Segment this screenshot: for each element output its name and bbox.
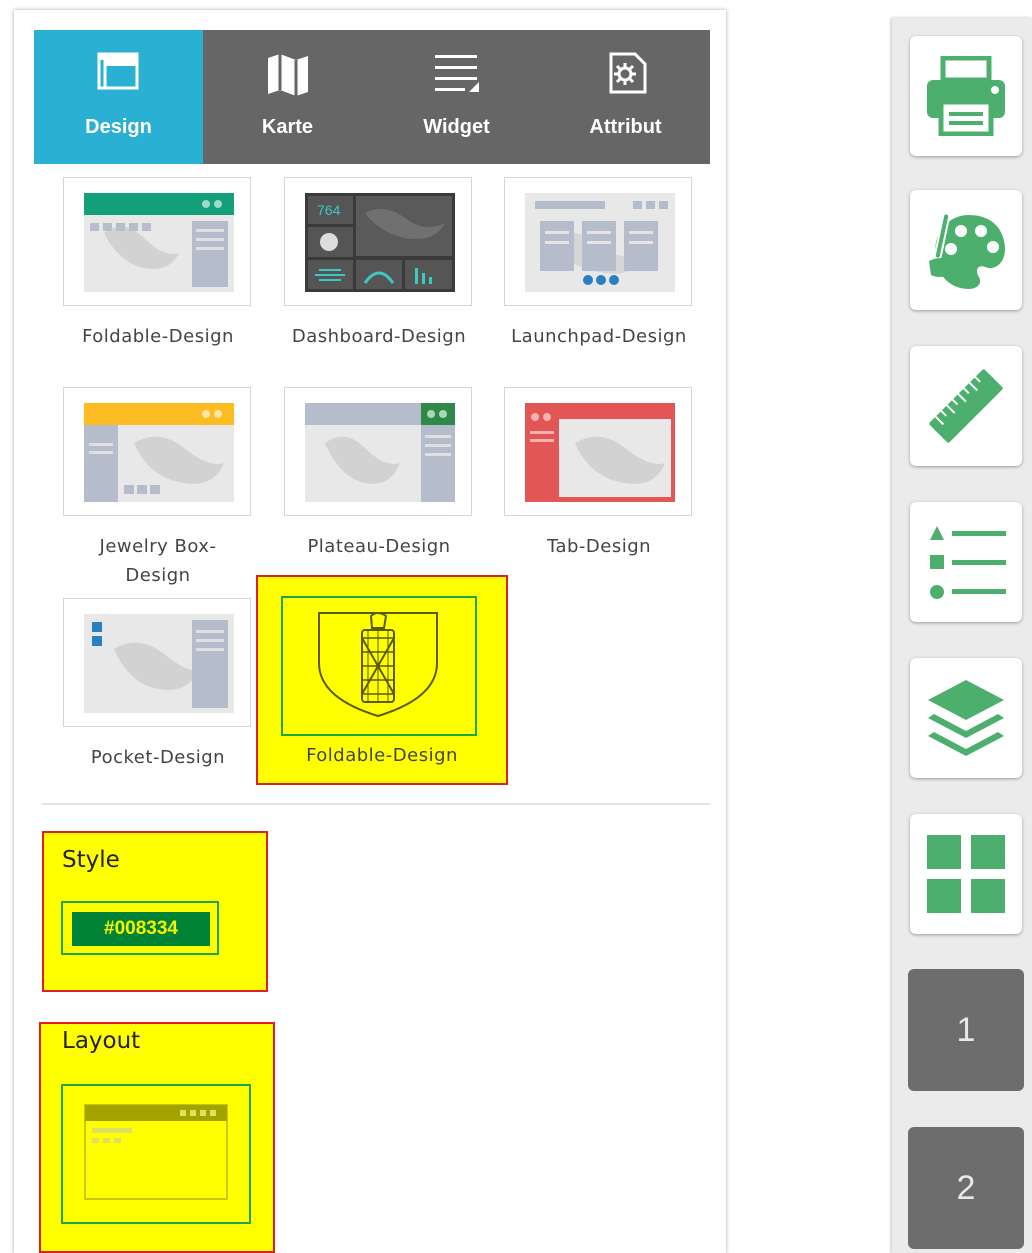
style-section: Style #008334 bbox=[42, 831, 268, 992]
theme-label: Foldable-Design bbox=[82, 326, 234, 347]
print-icon bbox=[927, 56, 1005, 136]
color-swatch-button[interactable]: #008334 bbox=[72, 912, 210, 946]
layout-section: Layout bbox=[39, 1022, 275, 1253]
theme-label: Tab-Design bbox=[546, 536, 652, 557]
tab-widget[interactable]: Widget bbox=[372, 30, 541, 164]
grid-icon bbox=[927, 835, 1005, 913]
crest-icon bbox=[318, 612, 438, 718]
theme-label: Pocket-Design bbox=[90, 747, 226, 768]
layout-title: Layout bbox=[62, 1028, 141, 1054]
style-title: Style bbox=[62, 847, 120, 873]
map-icon bbox=[203, 52, 372, 102]
right-toolbar: 1 2 bbox=[892, 18, 1032, 1253]
builder-panel: Design Karte Widget Attribut Foldable-De… bbox=[14, 10, 726, 1253]
dashboard-thumb-value: 764 bbox=[317, 202, 341, 218]
theme-label: Plateau-Design bbox=[307, 536, 451, 557]
layers-icon bbox=[928, 680, 1004, 756]
layout-preview-icon bbox=[84, 1104, 228, 1200]
theme-label: Launchpad-Design bbox=[511, 326, 687, 347]
theme-crest-thumbnail[interactable] bbox=[281, 596, 477, 736]
theme-thumbnail bbox=[284, 387, 472, 516]
tab-label: Design bbox=[85, 116, 152, 138]
theme-thumbnail bbox=[63, 598, 251, 727]
theme-label: Foldable-Design bbox=[306, 745, 458, 766]
section-divider bbox=[42, 803, 710, 805]
tab-bar: Design Karte Widget Attribut bbox=[34, 30, 710, 164]
legend-icon bbox=[930, 526, 1006, 599]
selected-theme-highlight: Foldable-Design bbox=[256, 575, 508, 785]
tab-attribut[interactable]: Attribut bbox=[541, 30, 710, 164]
measure-button[interactable] bbox=[910, 346, 1022, 466]
tab-label: Attribut bbox=[589, 116, 662, 138]
ruler-icon bbox=[929, 369, 1003, 443]
palette-icon bbox=[929, 212, 1005, 289]
style-button[interactable] bbox=[910, 190, 1022, 310]
widget-icon bbox=[372, 52, 541, 102]
theme-thumbnail bbox=[63, 177, 251, 306]
page-button-1[interactable]: 1 bbox=[908, 969, 1024, 1091]
theme-thumbnail bbox=[504, 387, 692, 516]
tab-label: Karte bbox=[261, 116, 314, 138]
page-button-2[interactable]: 2 bbox=[908, 1127, 1024, 1249]
design-icon bbox=[34, 52, 203, 102]
theme-label: Jewelry Box-Design bbox=[99, 536, 217, 586]
legend-button[interactable] bbox=[910, 502, 1022, 622]
theme-thumbnail: 764 bbox=[284, 177, 472, 306]
attribute-icon bbox=[541, 52, 710, 102]
tab-design[interactable]: Design bbox=[34, 30, 203, 164]
layers-button[interactable] bbox=[910, 658, 1022, 778]
theme-thumbnail bbox=[63, 387, 251, 516]
print-button[interactable] bbox=[910, 36, 1022, 156]
theme-thumbnail bbox=[504, 177, 692, 306]
tab-label: Widget bbox=[423, 116, 490, 138]
theme-label: Dashboard-Design bbox=[291, 326, 467, 347]
style-color-frame: #008334 bbox=[61, 901, 219, 955]
tab-karte[interactable]: Karte bbox=[203, 30, 372, 164]
layout-thumbnail[interactable] bbox=[61, 1084, 251, 1224]
grid-button[interactable] bbox=[910, 814, 1022, 934]
